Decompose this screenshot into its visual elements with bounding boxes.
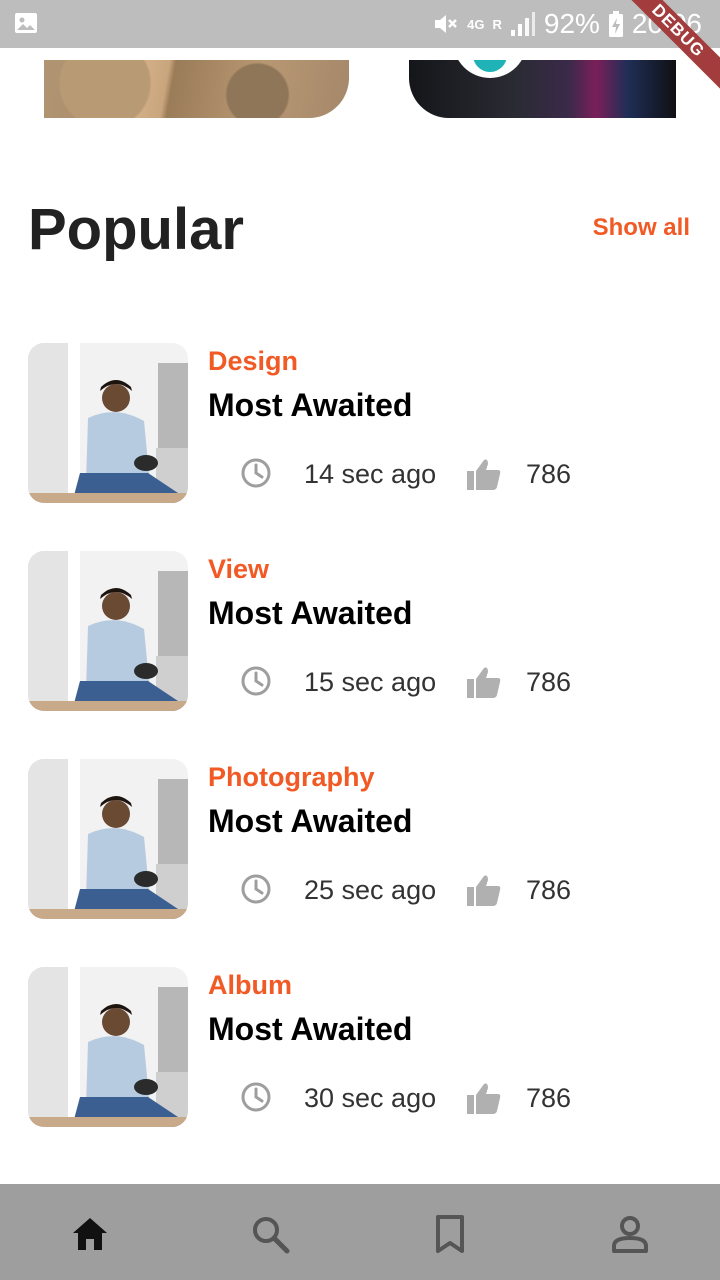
post-title[interactable]: Most Awaited: [208, 1011, 412, 1048]
post-item[interactable]: Album Most Awaited 30 sec ago 786: [0, 967, 720, 1127]
post-time: 15 sec ago: [304, 667, 437, 697]
like-count: 786: [526, 459, 572, 489]
like-count: 786: [526, 875, 572, 905]
person-photo-icon: [28, 343, 188, 503]
post-time: 14 sec ago: [304, 459, 437, 489]
clock-icon: [241, 666, 271, 696]
post-thumbnail: [28, 343, 188, 503]
bookmark-icon: [436, 1215, 464, 1253]
search-icon: [253, 1217, 290, 1254]
home-icon: [73, 1218, 107, 1250]
post-meta: 25 sec ago 786: [240, 871, 640, 909]
post-category[interactable]: View: [208, 554, 269, 585]
post-title[interactable]: Most Awaited: [208, 803, 412, 840]
thumbs-up-icon[interactable]: [466, 457, 502, 491]
post-category[interactable]: Album: [208, 970, 292, 1001]
thumbs-up-icon[interactable]: [466, 873, 502, 907]
post-time: 25 sec ago: [304, 875, 437, 905]
section-title: Popular: [28, 197, 244, 262]
nav-profile[interactable]: [608, 1212, 652, 1256]
post-thumbnail: [28, 759, 188, 919]
post-thumbnail: [28, 551, 188, 711]
post-category[interactable]: Design: [208, 346, 298, 377]
mute-icon: [435, 15, 458, 33]
post-thumbnail: [28, 967, 188, 1127]
featured-avatar: [453, 60, 527, 78]
post-item[interactable]: Design Most Awaited 14 sec ago 786: [0, 343, 720, 503]
signal-icon: [510, 12, 535, 36]
featured-card-2[interactable]: [409, 60, 676, 118]
battery-charging-icon: [608, 11, 623, 37]
post-item[interactable]: Photography Most Awaited 25 sec ago 786: [0, 759, 720, 919]
person-photo-icon: [28, 967, 188, 1127]
post-category[interactable]: Photography: [208, 762, 375, 793]
person-photo-icon: [28, 551, 188, 711]
roaming-indicator: R: [492, 16, 502, 32]
bottom-navigation: [0, 1184, 720, 1280]
clock-icon: [241, 874, 271, 904]
like-count: 786: [526, 1083, 572, 1113]
network-4g-icon: 4G: [467, 16, 485, 32]
post-item[interactable]: View Most Awaited 15 sec ago 786: [0, 551, 720, 711]
person-photo-icon: [28, 759, 188, 919]
clock-icon: [241, 1082, 271, 1112]
post-title[interactable]: Most Awaited: [208, 387, 412, 424]
nav-bookmark[interactable]: [428, 1212, 472, 1256]
nav-search[interactable]: [248, 1212, 292, 1256]
post-time: 30 sec ago: [304, 1083, 437, 1113]
like-count: 786: [526, 667, 572, 697]
post-meta: 15 sec ago 786: [240, 663, 640, 701]
post-title[interactable]: Most Awaited: [208, 595, 412, 632]
featured-carousel[interactable]: [0, 60, 720, 118]
nav-home[interactable]: [68, 1212, 112, 1256]
status-bar: 4G R 92% 20:06 DEBUG: [0, 0, 720, 96]
clock-icon: [241, 458, 271, 488]
thumbs-up-icon[interactable]: [466, 665, 502, 699]
show-all-button[interactable]: Show all: [593, 214, 690, 242]
featured-card-1[interactable]: [44, 60, 349, 118]
profile-icon: [612, 1216, 648, 1253]
image-notification-icon: [15, 13, 37, 33]
battery-level: 92%: [543, 8, 600, 39]
popular-header: Popular Show all: [28, 196, 692, 266]
thumbs-up-icon[interactable]: [466, 1081, 502, 1115]
post-meta: 14 sec ago 786: [240, 455, 640, 493]
post-meta: 30 sec ago 786: [240, 1079, 640, 1117]
